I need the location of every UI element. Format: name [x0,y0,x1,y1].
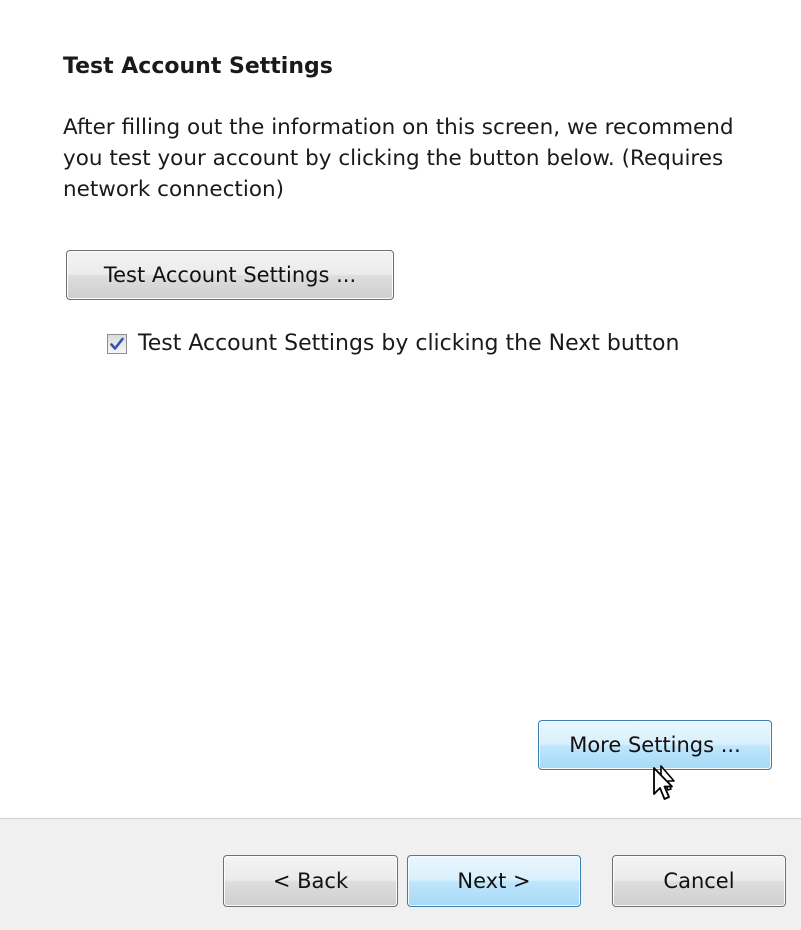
test-account-settings-dialog: Test Account Settings After filling out … [0,0,801,930]
mouse-pointer-icon [653,765,675,800]
test-account-settings-button[interactable]: Test Account Settings ... [66,250,394,300]
back-button[interactable]: < Back [223,855,398,907]
next-button[interactable]: Next > [407,855,581,907]
cancel-button[interactable]: Cancel [612,855,786,907]
checkbox-label: Test Account Settings by clicking the Ne… [138,331,680,356]
dialog-content: Test Account Settings After filling out … [0,0,801,818]
section-description: After filling out the information on thi… [63,115,734,202]
test-on-next-checkbox-row[interactable]: Test Account Settings by clicking the Ne… [107,331,679,356]
section-title: Test Account Settings [63,54,333,79]
test-on-next-checkbox[interactable] [107,333,127,354]
checkmark-icon [110,337,124,350]
